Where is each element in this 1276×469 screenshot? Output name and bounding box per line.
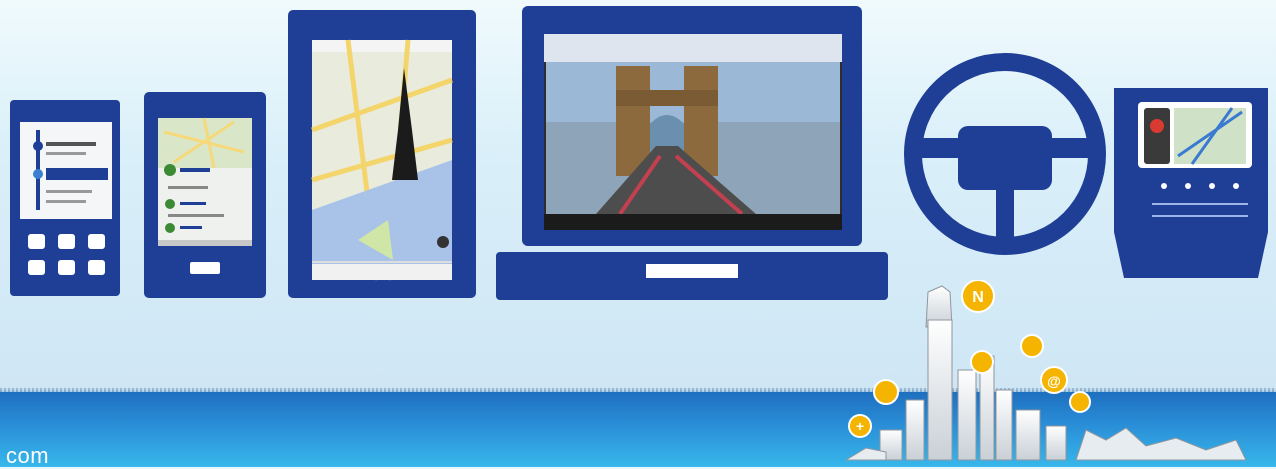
svg-text:N: N [972, 289, 984, 306]
feature-phone-icon [10, 100, 120, 296]
smartphone-icon [144, 92, 266, 298]
svg-text:+: + [856, 418, 864, 434]
footer-text: com [6, 443, 50, 468]
tablet-icon [288, 10, 476, 298]
bubble-plus-icon: + [848, 414, 872, 438]
skyline-icon: N + @ [846, 280, 1246, 461]
laptop-icon [496, 6, 888, 300]
bubble-n-icon: N [961, 280, 995, 313]
bubble-at-icon: @ [1047, 373, 1061, 389]
steering-wheel-icon [904, 53, 1106, 255]
car-dashboard-icon [1114, 88, 1268, 278]
